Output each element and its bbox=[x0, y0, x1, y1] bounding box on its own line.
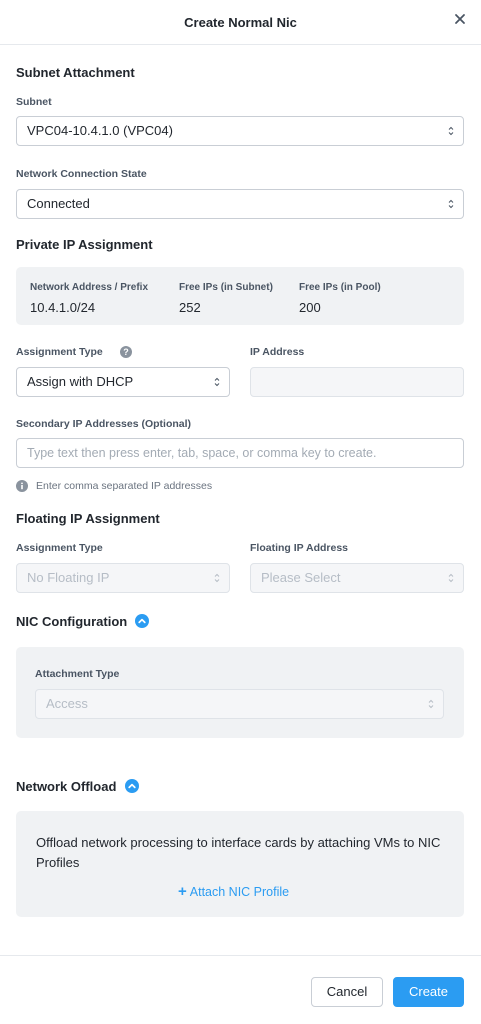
network-offload-title: Network Offload bbox=[16, 779, 117, 794]
connection-state-label: Network Connection State bbox=[16, 168, 147, 180]
secondary-ip-label: Secondary IP Addresses (Optional) bbox=[16, 418, 192, 430]
subnet-label: Subnet bbox=[16, 96, 52, 108]
plus-icon: + bbox=[178, 883, 187, 900]
assignment-type-select[interactable]: Assign with DHCP bbox=[16, 367, 230, 397]
free-ips-subnet-label: Free IPs (in Subnet) bbox=[179, 282, 273, 293]
ip-address-input[interactable] bbox=[250, 367, 464, 397]
dialog-title: Create Normal Nic bbox=[184, 15, 297, 30]
attachment-type-select[interactable]: Access bbox=[35, 689, 444, 719]
footer-divider bbox=[0, 955, 481, 956]
help-icon[interactable]: ? bbox=[120, 345, 132, 358]
assignment-type-label: Assignment Type bbox=[16, 346, 103, 358]
ip-stats-panel bbox=[16, 267, 464, 325]
floating-ip-title: Floating IP Assignment bbox=[16, 511, 160, 526]
cancel-button[interactable]: Cancel bbox=[311, 977, 383, 1007]
assignment-type-value: Assign with DHCP bbox=[27, 374, 134, 389]
info-icon bbox=[16, 479, 28, 492]
subnet-select[interactable]: VPC04-10.4.1.0 (VPC04) bbox=[16, 116, 464, 146]
svg-text:?: ? bbox=[123, 347, 129, 357]
network-address-label: Network Address / Prefix bbox=[30, 282, 149, 293]
attach-nic-profile-label: Attach NIC Profile bbox=[189, 885, 290, 899]
attach-nic-profile-link[interactable]: + Attach NIC Profile bbox=[178, 883, 289, 900]
select-caret-icon bbox=[214, 376, 220, 388]
ip-address-label: IP Address bbox=[250, 346, 305, 358]
attachment-type-value: Access bbox=[46, 696, 88, 711]
select-caret-icon bbox=[448, 198, 454, 210]
secondary-ip-hint: Enter comma separated IP addresses bbox=[36, 480, 213, 492]
select-caret-icon bbox=[448, 572, 454, 584]
free-ips-subnet-value: 252 bbox=[179, 300, 201, 315]
nic-config-title: NIC Configuration bbox=[16, 614, 128, 629]
select-caret-icon bbox=[214, 572, 220, 584]
floating-assignment-type-select[interactable]: No Floating IP bbox=[16, 563, 230, 593]
secondary-ip-input[interactable]: Type text then press enter, tab, space, … bbox=[16, 438, 464, 468]
floating-ip-address-label: Floating IP Address bbox=[250, 542, 349, 554]
close-icon[interactable] bbox=[452, 11, 468, 27]
create-button[interactable]: Create bbox=[393, 977, 464, 1007]
connection-state-value: Connected bbox=[27, 196, 90, 211]
floating-assignment-type-label: Assignment Type bbox=[16, 542, 103, 554]
attachment-type-label: Attachment Type bbox=[35, 668, 120, 680]
private-ip-title: Private IP Assignment bbox=[16, 237, 153, 252]
free-ips-pool-value: 200 bbox=[299, 300, 321, 315]
free-ips-pool-label: Free IPs (in Pool) bbox=[299, 282, 381, 293]
chevron-up-icon[interactable] bbox=[125, 779, 139, 793]
subnet-attachment-title: Subnet Attachment bbox=[16, 65, 135, 80]
select-caret-icon bbox=[428, 698, 434, 710]
select-caret-icon bbox=[448, 125, 454, 137]
connection-state-select[interactable]: Connected bbox=[16, 189, 464, 219]
network-offload-description: Offload network processing to interface … bbox=[36, 835, 441, 870]
network-address-value: 10.4.1.0/24 bbox=[30, 300, 96, 315]
subnet-value: VPC04-10.4.1.0 (VPC04) bbox=[27, 123, 173, 138]
floating-assignment-type-value: No Floating IP bbox=[27, 570, 110, 585]
floating-ip-address-select[interactable]: Please Select bbox=[250, 563, 464, 593]
floating-ip-address-value: Please Select bbox=[261, 570, 341, 585]
chevron-up-icon[interactable] bbox=[135, 614, 149, 628]
